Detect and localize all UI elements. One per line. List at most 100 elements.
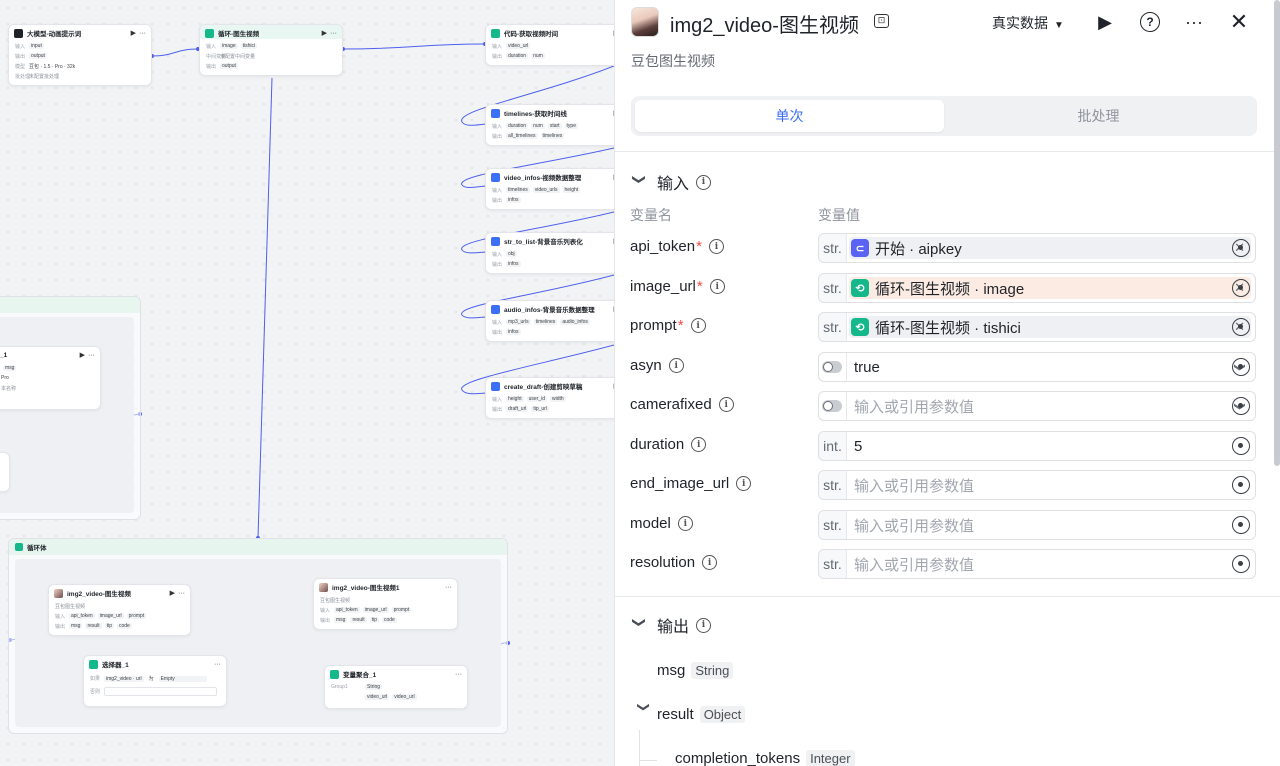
input-section-header[interactable]: ❯ 输入 i: [631, 170, 712, 194]
type-toggle[interactable]: [819, 353, 847, 381]
reference-target-icon[interactable]: [1232, 397, 1250, 415]
node-selector[interactable]: 选择器_1 ··· 如果 img2_video · url 为 Empty 否则: [83, 655, 227, 707]
param-value-field[interactable]: str. ⟲ 循环-图生视频 · tishici ✕: [818, 312, 1256, 342]
reference-target-icon[interactable]: [1232, 516, 1250, 534]
data-mode-dropdown[interactable]: 真实数据 ▼: [992, 13, 1064, 33]
param-value-field[interactable]: 输入或引用参数值 ❯: [818, 391, 1256, 421]
node-str-to-list[interactable]: str_to_list-背景音乐列表化▶ 输入obj 输出infos: [485, 232, 614, 274]
panel-title: img2_video-图生视频: [670, 15, 859, 37]
param-value-field[interactable]: str. 输入或引用参数值: [818, 510, 1256, 540]
close-button[interactable]: ✕: [1226, 9, 1252, 35]
reference-target-icon[interactable]: [1232, 239, 1250, 257]
param-input[interactable]: 输入或引用参数值: [847, 515, 1255, 536]
param-value-field[interactable]: int. 5: [818, 431, 1256, 461]
output-item-completion-tokens: completion_tokens Integer: [675, 750, 855, 766]
start-node-icon: ⊂: [851, 239, 869, 257]
param-value-field[interactable]: str. 输入或引用参数值: [818, 549, 1256, 579]
reference-chip[interactable]: ⟲ 循环-图生视频 · image ✕: [849, 277, 1251, 299]
more-icon[interactable]: ···: [455, 671, 462, 678]
node-aggregate[interactable]: 变量聚合_1 ··· Group1 String video_url video_ur…: [324, 665, 468, 709]
help-button[interactable]: ?: [1137, 9, 1163, 35]
node-create-draft[interactable]: create_draft-创建剪映草稿▶ 输入heightuser_idwidt…: [485, 377, 614, 419]
output-section-header[interactable]: ❯ 输出 i: [631, 613, 712, 637]
type-label[interactable]: str.: [819, 234, 847, 262]
type-label[interactable]: str.: [819, 313, 847, 341]
param-input[interactable]: true: [847, 359, 1225, 376]
node-loop-img2video[interactable]: 循环-图生视频 ▶ ··· 输入 image tishici 中间变量 未配置中间变量 输…: [199, 24, 343, 76]
param-input[interactable]: 5: [847, 438, 1255, 455]
toggle-icon: [822, 400, 842, 412]
tab-single[interactable]: 单次: [635, 100, 944, 132]
more-button[interactable]: ···: [1181, 9, 1207, 35]
param-value-field[interactable]: str. ⟲ 循环-图生视频 · image ✕: [818, 273, 1256, 303]
node-detail-panel: img2_video-图生视频 ⊡ 豆包图生视频 真实数据 ▼ ▶ ? ··· ✕…: [614, 0, 1280, 766]
type-label[interactable]: int.: [819, 432, 847, 460]
reference-target-icon[interactable]: [1232, 437, 1250, 455]
scrollbar[interactable]: [1274, 0, 1280, 466]
reference-chip[interactable]: ⊂ 开始 · aipkey ✕: [849, 237, 1251, 259]
more-icon[interactable]: ···: [139, 30, 146, 37]
more-icon[interactable]: ···: [330, 30, 337, 37]
run-button[interactable]: ▶: [1092, 9, 1118, 35]
loop-body-icon: [15, 543, 23, 551]
info-icon: i: [691, 437, 707, 452]
node-timelines[interactable]: timelines-获取时间线▶ 输入durationnumstarttype …: [485, 104, 614, 146]
param-value-field[interactable]: true ❯: [818, 352, 1256, 382]
type-label[interactable]: str.: [819, 274, 847, 302]
type-label[interactable]: str.: [819, 511, 847, 539]
node-video-infos[interactable]: video_infos-视频数据整理▶ 输入timelinesvideo_url…: [485, 168, 614, 210]
param-row-resolution: resolution i str. 输入或引用参数值: [615, 549, 1280, 581]
node-code-duration[interactable]: 代码-获取视频时间▶ 输入video_url 输出durationnum: [485, 24, 614, 66]
type-toggle[interactable]: [819, 392, 847, 420]
param-input[interactable]: 输入或引用参数值: [847, 396, 1225, 417]
panel-subtitle: 豆包图生视频: [631, 53, 715, 69]
info-icon: i: [690, 318, 706, 333]
code-icon: [491, 28, 500, 38]
close-icon: ✕: [1229, 9, 1249, 34]
loop-node-icon: ⟲: [851, 318, 869, 336]
reference-target-icon[interactable]: [1232, 279, 1250, 297]
info-icon: i: [736, 476, 752, 491]
param-row-asyn: asyn i true ❯: [615, 352, 1280, 384]
play-icon: ▶: [1098, 11, 1112, 32]
workflow-canvas[interactable]: 大模型-动画提示词 ▶ ··· 输入 input 输出 output 模型 豆包 · 1.…: [0, 0, 614, 766]
run-icon[interactable]: ▶: [131, 29, 136, 37]
node-audio-infos[interactable]: audio_infos-背景音乐数据整理▶ 输入mp3_urlstimeline…: [485, 300, 614, 342]
param-row-duration: duration i int. 5: [615, 431, 1280, 463]
run-icon[interactable]: ▶: [322, 29, 327, 37]
node-llm-prompt[interactable]: 大模型-动画提示词 ▶ ··· 输入 input 输出 output 模型 豆包 · 1.…: [8, 24, 152, 86]
more-icon[interactable]: ···: [214, 661, 221, 668]
param-value-field[interactable]: str. 输入或引用参数值: [818, 470, 1256, 500]
output-item-result[interactable]: ❯ result Object: [631, 702, 746, 723]
type-label[interactable]: str.: [819, 471, 847, 499]
reference-chip[interactable]: ⟲ 循环-图生视频 · tishici ✕: [849, 316, 1251, 338]
reference-target-icon[interactable]: [1232, 476, 1250, 494]
chevron-down-icon: ❯: [637, 701, 651, 712]
more-icon[interactable]: ···: [445, 584, 452, 591]
run-icon[interactable]: ▶: [80, 351, 85, 359]
required-mark: *: [696, 238, 702, 255]
type-label[interactable]: str.: [819, 550, 847, 578]
param-input[interactable]: 输入或引用参数值: [847, 554, 1255, 575]
aggregate-icon: [330, 669, 339, 679]
required-mark: *: [677, 317, 684, 334]
param-input[interactable]: 输入或引用参数值: [847, 475, 1255, 496]
chevron-down-icon: ❯: [632, 617, 647, 628]
param-value-field[interactable]: str. ⊂ 开始 · aipkey ✕: [818, 233, 1256, 263]
divider: [615, 596, 1280, 597]
more-icon[interactable]: ···: [178, 590, 185, 597]
reference-target-icon[interactable]: [1232, 358, 1250, 376]
tab-batch[interactable]: 批处理: [944, 100, 1253, 132]
branch-icon: [89, 659, 98, 669]
reference-target-icon[interactable]: [1232, 555, 1250, 573]
node-partial-llm[interactable]: _1 ▶ ··· msg Pro 本名称: [0, 346, 101, 410]
reference-target-icon[interactable]: [1232, 318, 1250, 336]
param-name: resolution i: [630, 554, 718, 571]
param-row-image-url: image_url * i str. ⟲ 循环-图生视频 · image ✕: [615, 273, 1280, 305]
node-partial-small[interactable]: [0, 452, 10, 492]
node-img2video[interactable]: img2_video-图生视频 ▶ ··· 豆包图生视频 输入 api_token im…: [48, 584, 191, 636]
node-img2video-1[interactable]: img2_video-图生视频1 ··· 豆包图生视频 输入 api_token im…: [313, 578, 458, 630]
run-icon[interactable]: ▶: [170, 589, 175, 597]
more-icon[interactable]: ···: [88, 352, 95, 359]
param-name: api_token * i: [630, 238, 724, 255]
